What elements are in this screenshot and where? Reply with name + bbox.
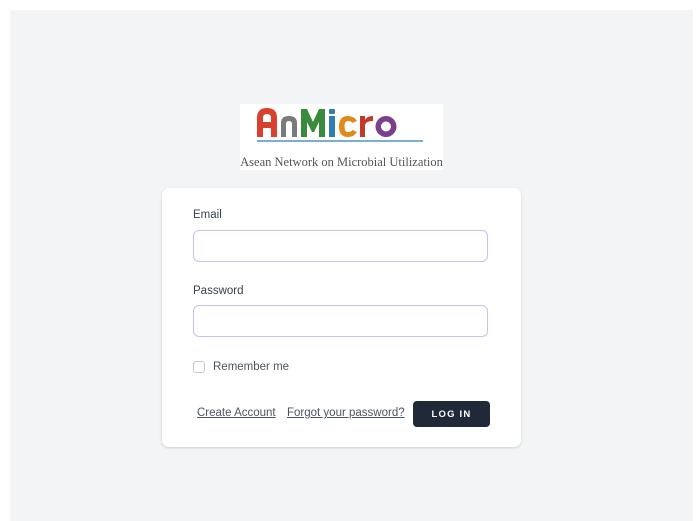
login-card: Email Password Remember me Create Accoun… <box>162 188 521 447</box>
remember-me-row: Remember me <box>193 360 289 374</box>
password-field[interactable] <box>193 305 488 337</box>
email-field[interactable] <box>193 230 488 262</box>
logo-tagline: Asean Network on Microbial Utilization <box>240 155 443 169</box>
forgot-password-link[interactable]: Forgot your password? <box>287 407 405 419</box>
password-label: Password <box>193 285 244 297</box>
remember-me-label: Remember me <box>213 361 290 373</box>
logo-wordmark <box>257 108 423 142</box>
remember-me-checkbox[interactable] <box>193 361 205 373</box>
login-button[interactable]: LOG IN <box>413 401 490 427</box>
anmicro-logo: Asean Network on Microbial Utilization <box>240 104 443 170</box>
email-label: Email <box>193 209 222 221</box>
create-account-link[interactable]: Create Account <box>197 407 276 419</box>
